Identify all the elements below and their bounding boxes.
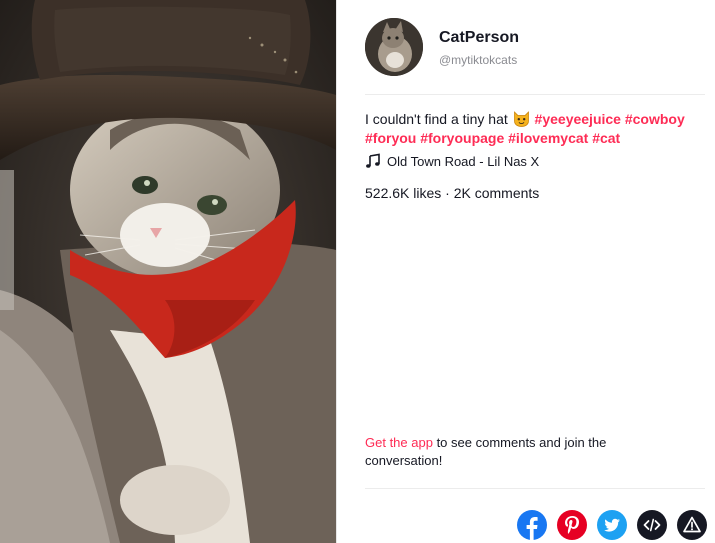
warning-icon [677, 510, 707, 540]
details-panel: CatPerson @mytiktokcats I couldn't find … [337, 0, 715, 543]
get-app-prompt: Get the app to see comments and join the… [365, 434, 665, 470]
hashtag-link[interactable]: #cat [592, 130, 620, 146]
divider-top [365, 94, 705, 95]
author-handle[interactable]: @mytiktokcats [439, 53, 519, 67]
embed-button[interactable] [637, 510, 667, 540]
author-block[interactable]: CatPerson @mytiktokcats [365, 18, 519, 76]
divider-bottom [365, 488, 705, 489]
cat-face-emoji [513, 111, 530, 127]
share-pinterest-button[interactable] [557, 510, 587, 540]
share-twitter-button[interactable] [597, 510, 627, 540]
avatar[interactable] [365, 18, 423, 76]
music-note-icon [366, 153, 380, 168]
hashtag-link[interactable]: #foryoupage [420, 130, 504, 146]
share-bar [517, 510, 707, 540]
facebook-icon [517, 510, 547, 540]
get-the-app-link[interactable]: Get the app [365, 435, 433, 450]
twitter-icon [597, 510, 627, 540]
author-display-name[interactable]: CatPerson [439, 28, 519, 48]
share-facebook-button[interactable] [517, 510, 547, 540]
hashtag-link[interactable]: #yeeyeejuice [535, 111, 621, 127]
hashtag-link[interactable]: #cowboy [625, 111, 685, 127]
video-player[interactable] [0, 0, 336, 543]
hashtag-link[interactable]: #foryou [365, 130, 416, 146]
report-button[interactable] [677, 510, 707, 540]
music-title: Old Town Road - Lil Nas X [387, 153, 540, 169]
engagement-stats: 522.6K likes · 2K comments [365, 185, 540, 201]
cat-cowboy-photo [0, 0, 336, 543]
avatar-image [365, 18, 423, 76]
music-link[interactable]: Old Town Road - Lil Nas X [365, 153, 539, 169]
pinterest-icon [557, 510, 587, 540]
caption-text: I couldn't find a tiny hat [365, 111, 508, 127]
embed-code-icon [637, 510, 667, 540]
hashtag-link[interactable]: #ilovemycat [508, 130, 588, 146]
video-caption: I couldn't find a tiny hat #yeeyeejuice … [365, 110, 710, 148]
